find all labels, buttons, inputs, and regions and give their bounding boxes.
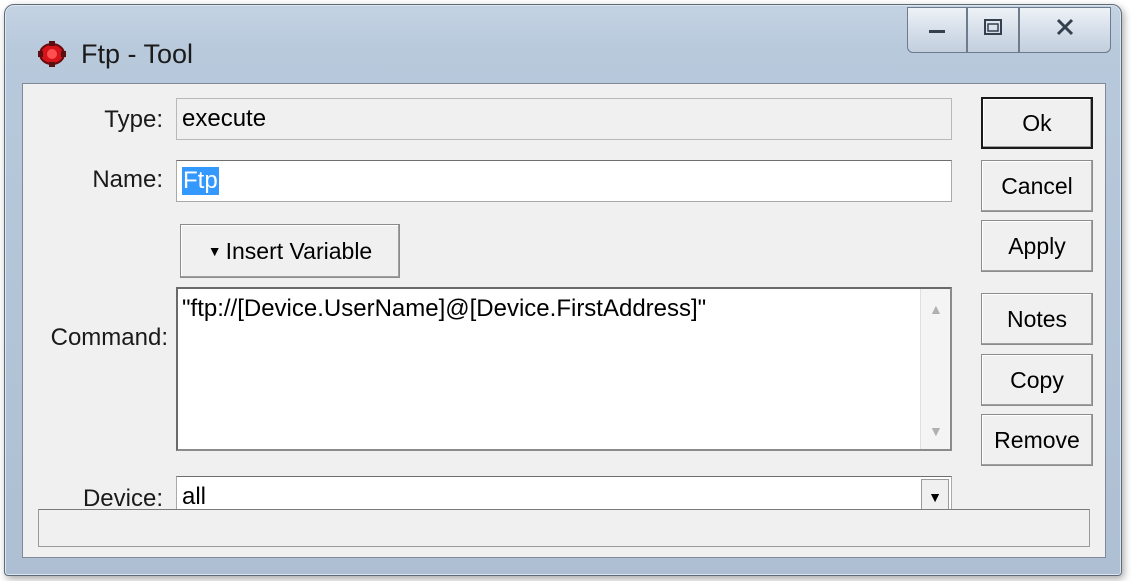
window-title: Ftp - Tool bbox=[81, 39, 194, 69]
ftp-tool-window: Ftp - Tool Type: execute Name: Ftp ▼ Ins… bbox=[4, 4, 1122, 576]
name-label: Name: bbox=[92, 166, 163, 193]
ok-button[interactable]: Ok bbox=[981, 97, 1093, 149]
dropdown-arrow-icon: ▼ bbox=[207, 243, 222, 259]
insert-variable-label: Insert Variable bbox=[225, 237, 373, 264]
name-input[interactable]: Ftp bbox=[176, 160, 952, 202]
minimize-icon bbox=[927, 19, 947, 42]
insert-variable-button[interactable]: ▼ Insert Variable bbox=[180, 224, 400, 278]
status-bar bbox=[38, 509, 1090, 547]
remove-button[interactable]: Remove bbox=[981, 414, 1093, 466]
command-scrollbar[interactable]: ▲ ▼ bbox=[920, 289, 950, 449]
apply-button[interactable]: Apply bbox=[981, 220, 1093, 272]
name-input-value: Ftp bbox=[182, 167, 219, 195]
device-value: all bbox=[182, 483, 207, 510]
maximize-icon bbox=[983, 18, 1003, 42]
notes-button[interactable]: Notes bbox=[981, 293, 1093, 345]
command-text: "ftp://[Device.UserName]@[Device.FirstAd… bbox=[182, 295, 707, 322]
type-field: execute bbox=[176, 98, 952, 140]
copy-button[interactable]: Copy bbox=[981, 354, 1093, 406]
minimize-button[interactable] bbox=[907, 7, 967, 53]
app-icon bbox=[35, 39, 69, 67]
maximize-button[interactable] bbox=[967, 7, 1019, 53]
type-label: Type: bbox=[104, 106, 163, 133]
command-textarea[interactable]: "ftp://[Device.UserName]@[Device.FirstAd… bbox=[176, 287, 952, 451]
window-controls bbox=[907, 7, 1111, 53]
close-icon bbox=[1054, 17, 1076, 43]
scroll-up-icon[interactable]: ▲ bbox=[929, 301, 943, 317]
title-bar[interactable]: Ftp - Tool bbox=[5, 5, 1121, 83]
cancel-button[interactable]: Cancel bbox=[981, 160, 1093, 212]
dialog-body: Type: execute Name: Ftp ▼ Insert Variabl… bbox=[22, 83, 1106, 558]
close-button[interactable] bbox=[1019, 7, 1111, 53]
scroll-down-icon[interactable]: ▼ bbox=[929, 423, 943, 439]
command-label: Command: bbox=[50, 324, 168, 351]
